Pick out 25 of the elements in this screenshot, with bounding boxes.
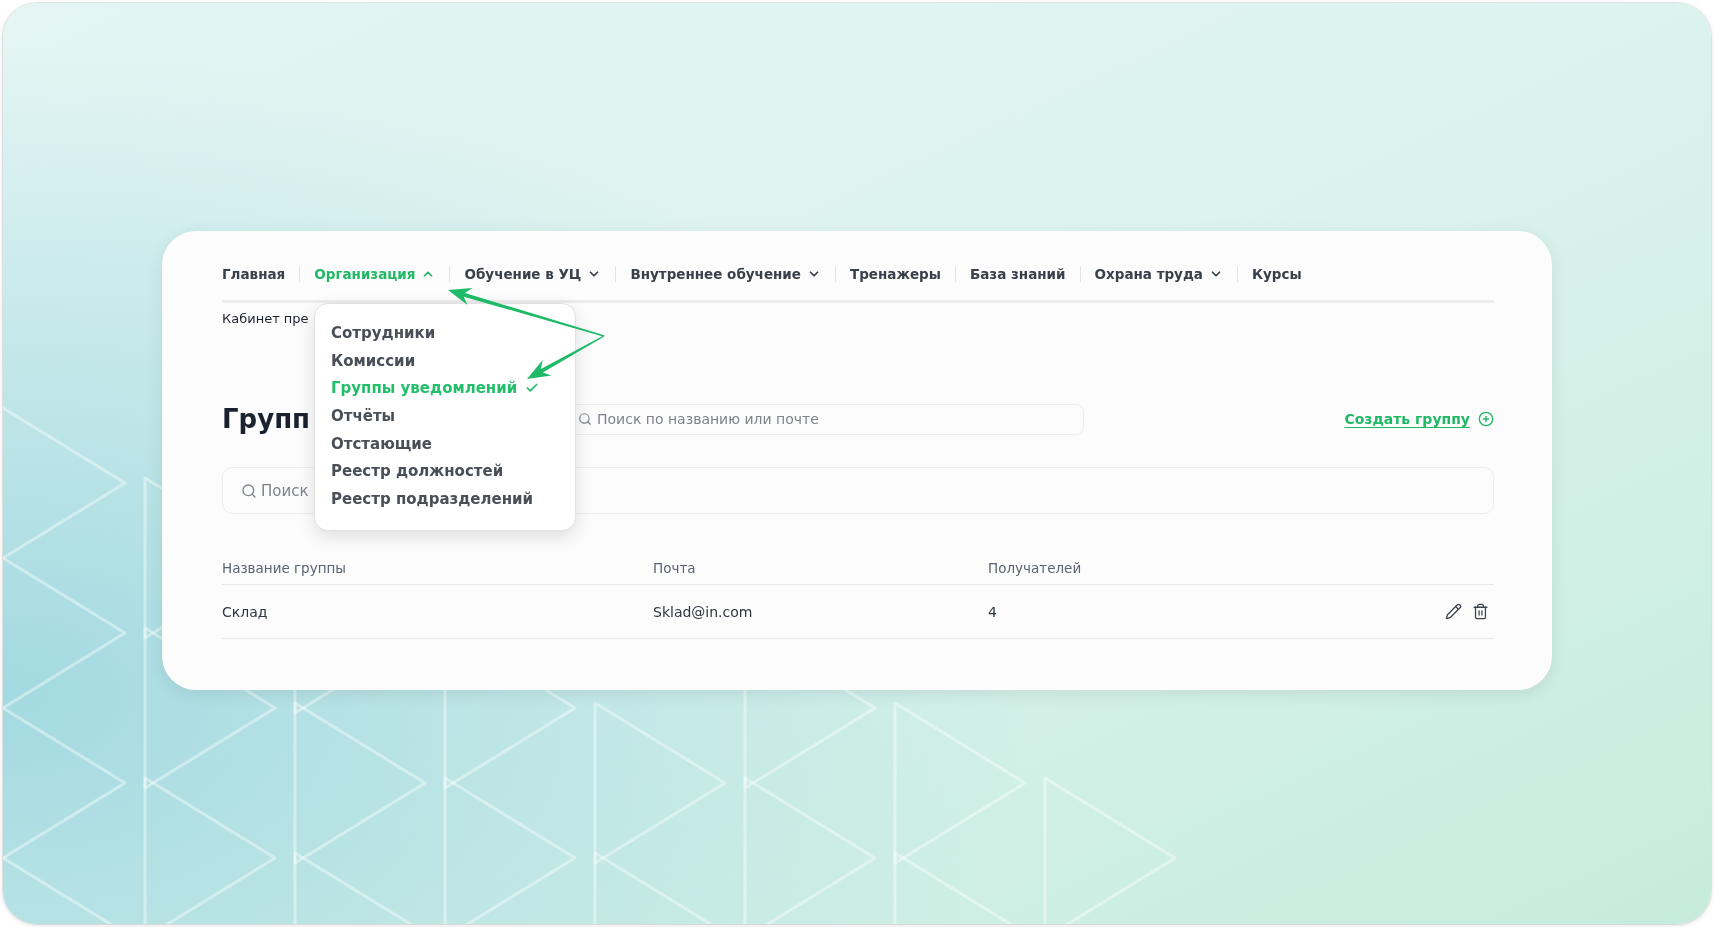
nav-link[interactable]: База знаний xyxy=(969,261,1066,287)
nav-link[interactable]: Главная xyxy=(222,261,286,287)
search-icon xyxy=(241,482,257,499)
nav-link[interactable]: Курсы xyxy=(1251,261,1302,287)
table-cell: 4 xyxy=(988,603,997,620)
nav-link[interactable]: Охрана труда xyxy=(1094,261,1223,287)
nav-link[interactable]: Обучение в УЦ xyxy=(464,261,602,287)
breadcrumb-text: Кабинет пре xyxy=(222,310,309,328)
page-title: Групп xyxy=(222,403,311,436)
plus-circle-icon xyxy=(1478,411,1494,427)
column-header: Почта xyxy=(653,559,696,576)
menu-item[interactable]: Комиссии xyxy=(331,346,416,375)
menu-item[interactable]: Отстающие xyxy=(331,429,432,458)
menu-item[interactable]: Отчёты xyxy=(331,402,396,430)
pencil-icon[interactable] xyxy=(1445,603,1462,620)
trash-icon[interactable] xyxy=(1472,603,1489,620)
menu-item[interactable]: Сотрудники xyxy=(331,319,436,347)
table-cell: Sklad@in.com xyxy=(653,603,753,620)
menu-item[interactable]: Реестр подразделений xyxy=(331,485,534,514)
column-header: Получателей xyxy=(988,559,1082,576)
nav-link[interactable]: Тренажеры xyxy=(850,261,941,287)
table-cell: Склад xyxy=(222,603,268,620)
search-icon xyxy=(578,412,592,426)
nav-link[interactable]: Внутреннее обучение xyxy=(630,261,821,287)
column-header: Название группы xyxy=(222,559,346,576)
